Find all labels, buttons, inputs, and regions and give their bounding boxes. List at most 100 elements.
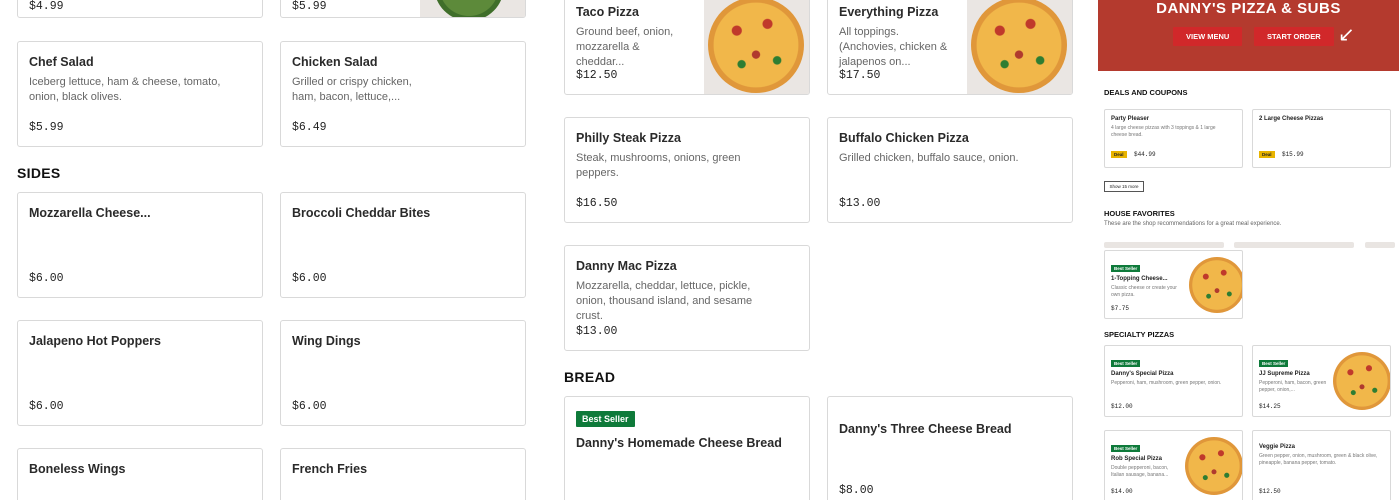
deal-price: $44.99: [1133, 151, 1156, 158]
curved-arrow-icon: ↙: [1338, 24, 1355, 46]
specialty-heading: SPECIALTY PIZZAS: [1104, 330, 1175, 339]
item-price: $17.50: [839, 69, 881, 82]
item-name: Danny's Special Pizza: [1111, 371, 1174, 377]
menu-item-card[interactable]: Best Seller Danny's Homemade Cheese Brea…: [564, 396, 810, 500]
best-seller-badge: Best Seller: [1259, 360, 1289, 367]
item-photo: [967, 0, 1072, 94]
menu-item-card[interactable]: Philly Steak Pizza Steak, mushrooms, oni…: [564, 117, 810, 223]
menu-item-card[interactable]: Broccoli Cheddar Bites $6.00: [280, 192, 526, 298]
start-order-button[interactable]: START ORDER: [1254, 27, 1334, 46]
item-price: $6.00: [29, 400, 64, 413]
deal-price: $15.99: [1281, 151, 1304, 158]
specialty-card[interactable]: Best Seller Rob Special Pizza Double pep…: [1104, 430, 1243, 500]
menu-item-card[interactable]: Danny Mac Pizza Mozzarella, cheddar, let…: [564, 245, 810, 351]
best-seller-badge: Best Seller: [1111, 265, 1141, 272]
item-price: $13.00: [839, 197, 881, 210]
item-price: $6.00: [292, 272, 327, 285]
item-price: $12.50: [1259, 488, 1281, 495]
item-name: Chicken Salad: [292, 55, 378, 69]
item-description: Pepperoni, ham, mushroom, green pepper, …: [1111, 380, 1222, 386]
item-name: Boneless Wings: [29, 462, 126, 476]
menu-item-card[interactable]: Buffalo Chicken Pizza Grilled chicken, b…: [827, 117, 1073, 223]
specialty-card[interactable]: Best Seller Danny's Special Pizza Pepper…: [1104, 345, 1243, 417]
item-name: Philly Steak Pizza: [576, 131, 681, 145]
item-description: Classic cheese or create your own pizza.: [1111, 285, 1177, 298]
hero-banner: DANNY'S PIZZA & SUBS VIEW MENU START ORD…: [1098, 0, 1399, 71]
item-price: $12.50: [576, 69, 618, 82]
menu-item-card[interactable]: Everything Pizza All toppings. (Anchovie…: [827, 0, 1073, 95]
menu-item-card[interactable]: Danny's Three Cheese Bread $8.00: [827, 396, 1073, 500]
carousel-strip: [1365, 242, 1395, 248]
item-price: $5.99: [29, 121, 64, 134]
item-name: Mozzarella Cheese...: [29, 206, 151, 220]
item-description: Pepperoni, ham, bacon, green pepper, oni…: [1259, 380, 1327, 393]
item-name: Danny's Three Cheese Bread: [839, 422, 1012, 436]
item-name: Danny's Homemade Cheese Bread: [576, 436, 782, 450]
item-price: $14.25: [1259, 403, 1281, 410]
item-name: Buffalo Chicken Pizza: [839, 131, 969, 145]
pizza-image: [1185, 437, 1242, 495]
menu-item-card[interactable]: $4.99: [17, 0, 263, 18]
menu-item-card[interactable]: Mozzarella Cheese... $6.00: [17, 192, 263, 298]
menu-item-card[interactable]: Chef Salad Iceberg lettuce, ham & cheese…: [17, 41, 263, 147]
item-photo: [704, 0, 809, 94]
item-price: $8.00: [839, 484, 874, 497]
item-price: $6.49: [292, 121, 327, 134]
pizza-image: [971, 0, 1067, 93]
deal-card[interactable]: 2 Large Cheese Pizzas Deal $15.99: [1252, 109, 1391, 168]
salad-image: [434, 0, 504, 17]
deals-heading: DEALS AND COUPONS: [1104, 88, 1188, 97]
pizza-image: [1189, 257, 1242, 313]
deal-name: Party Pleaser: [1111, 116, 1150, 122]
item-description: Green pepper, onion, mushroom, green & b…: [1259, 453, 1378, 466]
section-heading-bread: BREAD: [564, 369, 616, 385]
deal-badge: Deal: [1259, 151, 1275, 158]
item-price: $12.00: [1111, 403, 1133, 410]
pizza-image: [1333, 352, 1390, 410]
menu-item-card[interactable]: Boneless Wings: [17, 448, 263, 500]
item-price: $7.75: [1111, 305, 1130, 312]
item-description: Mozzarella, cheddar, lettuce, pickle, on…: [576, 280, 753, 322]
carousel-strip: [1104, 242, 1224, 248]
deal-card[interactable]: Party Pleaser 4 large cheese pizzas with…: [1104, 109, 1243, 168]
item-name: Broccoli Cheddar Bites: [292, 206, 431, 220]
item-name: Jalapeno Hot Poppers: [29, 334, 161, 348]
item-price: $14.00: [1111, 488, 1133, 495]
favorite-card[interactable]: Best Seller 1-Topping Cheese... Classic …: [1104, 250, 1243, 319]
item-price: $5.99: [292, 0, 327, 13]
section-heading-sides: SIDES: [17, 165, 61, 181]
item-description: Double pepperoni, bacon, Italian sausage…: [1111, 465, 1169, 478]
item-name: Chef Salad: [29, 55, 94, 69]
best-seller-badge: Best Seller: [1111, 445, 1141, 452]
show-more-button[interactable]: Show 15 more: [1104, 181, 1144, 192]
pizza-image: [708, 0, 804, 93]
brand-title: DANNY'S PIZZA & SUBS: [1156, 0, 1341, 17]
menu-item-card[interactable]: $5.99: [280, 0, 526, 18]
deal-description: 4 large cheese pizzas with 3 toppings & …: [1111, 125, 1216, 138]
menu-item-card[interactable]: French Fries: [280, 448, 526, 500]
item-description: Grilled or crispy chicken, ham, bacon, l…: [292, 76, 412, 103]
deal-badge: Deal: [1111, 151, 1127, 158]
item-description: All toppings. (Anchovies, chicken & jala…: [839, 26, 948, 68]
item-description: Steak, mushrooms, onions, green peppers.: [576, 152, 741, 179]
item-name: Veggie Pizza: [1259, 444, 1296, 450]
menu-item-card[interactable]: Taco Pizza Ground beef, onion, mozzarell…: [564, 0, 810, 95]
item-description: Ground beef, onion, mozzarella & cheddar…: [576, 26, 674, 68]
item-price: $6.00: [292, 400, 327, 413]
best-seller-badge: Best Seller: [576, 411, 635, 427]
side-panel: DANNY'S PIZZA & SUBS VIEW MENU START ORD…: [1096, 0, 1400, 500]
item-name: French Fries: [292, 462, 368, 476]
item-price: $6.00: [29, 272, 64, 285]
item-description: Iceberg lettuce, ham & cheese, tomato, o…: [29, 76, 221, 103]
menu-item-card[interactable]: Jalapeno Hot Poppers $6.00: [17, 320, 263, 426]
view-menu-button[interactable]: VIEW MENU: [1173, 27, 1243, 46]
item-name: Wing Dings: [292, 334, 361, 348]
item-price: $16.50: [576, 197, 618, 210]
item-name: Danny Mac Pizza: [576, 259, 677, 273]
item-photo: [420, 0, 525, 17]
favorites-heading: HOUSE FAVORITES: [1104, 209, 1175, 218]
menu-item-card[interactable]: Wing Dings $6.00: [280, 320, 526, 426]
specialty-card[interactable]: Best Seller JJ Supreme Pizza Pepperoni, …: [1252, 345, 1391, 417]
specialty-card[interactable]: Veggie Pizza Green pepper, onion, mushro…: [1252, 430, 1391, 500]
menu-item-card[interactable]: Chicken Salad Grilled or crispy chicken,…: [280, 41, 526, 147]
